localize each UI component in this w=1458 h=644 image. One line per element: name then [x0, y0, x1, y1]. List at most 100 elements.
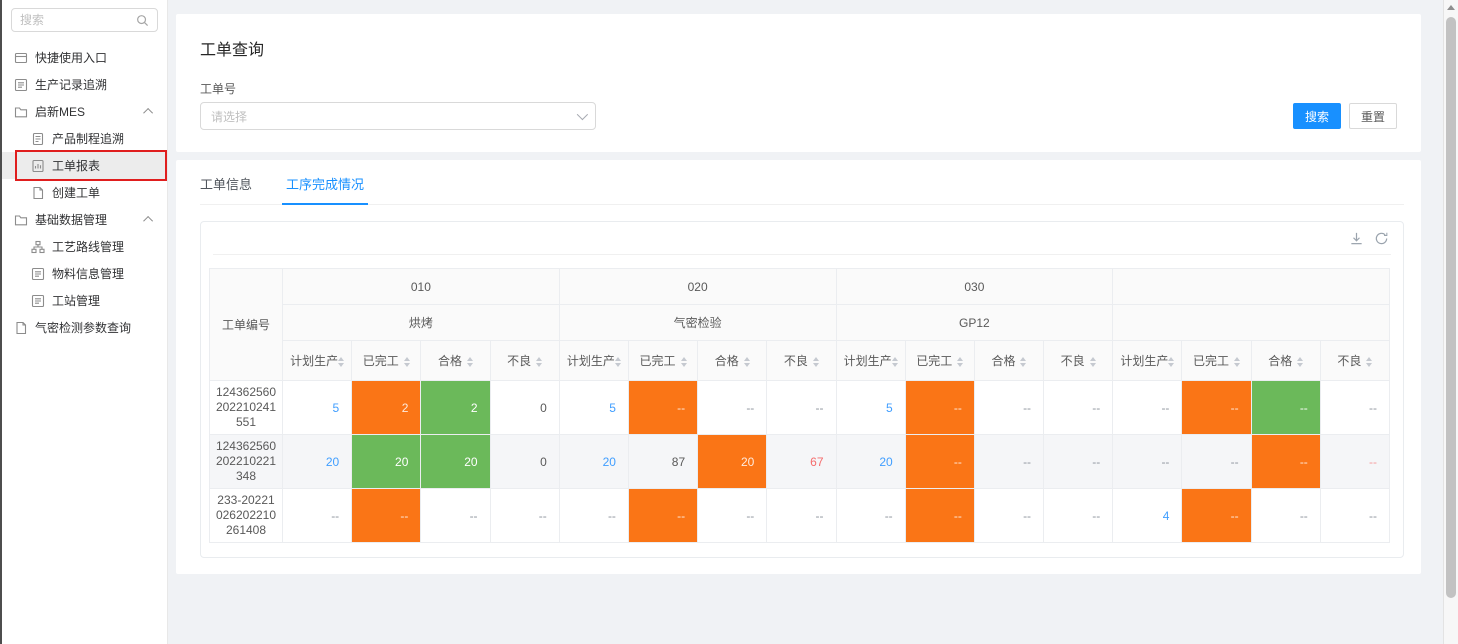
value-cell: 2 — [421, 381, 490, 435]
value-cell[interactable]: 20 — [559, 435, 628, 489]
sort-icon[interactable] — [404, 357, 410, 367]
table-toolbar — [201, 222, 1403, 254]
group-name-header: GP12 — [836, 305, 1113, 341]
sort-icon[interactable] — [892, 357, 898, 367]
folder-icon — [14, 105, 28, 119]
list-icon — [14, 78, 28, 92]
sort-icon[interactable] — [1297, 357, 1303, 367]
sort-icon[interactable] — [1020, 357, 1026, 367]
group-code-header: 030 — [836, 269, 1113, 305]
value-cell: 20 — [352, 435, 421, 489]
tab-0[interactable]: 工单信息 — [200, 174, 252, 204]
sort-icon[interactable] — [1366, 357, 1372, 367]
sub-column-header: 已完工 — [905, 341, 974, 381]
sidebar-item-label: 生产记录追溯 — [35, 76, 107, 93]
sidebar-item-0[interactable]: 快捷使用入口 — [2, 44, 167, 71]
sidebar-item-4[interactable]: 工单报表 — [2, 152, 167, 179]
sidebar-item-7[interactable]: 工艺路线管理 — [2, 233, 167, 260]
sidebar-item-label: 快捷使用入口 — [35, 49, 107, 66]
query-card: 工单查询 工单号 请选择 搜索 重置 — [176, 14, 1421, 152]
search-input[interactable] — [20, 13, 136, 27]
value-cell[interactable]: 20 — [836, 435, 905, 489]
sort-icon[interactable] — [1168, 357, 1174, 367]
value-cell[interactable]: 5 — [559, 381, 628, 435]
sub-column-header: 计划生产 — [836, 341, 905, 381]
sort-icon[interactable] — [744, 357, 750, 367]
scrollbar-thumb[interactable] — [1446, 17, 1456, 598]
value-cell: -- — [1320, 381, 1389, 435]
scrollbar-up-arrow-icon[interactable] — [1447, 5, 1455, 10]
download-icon[interactable] — [1349, 231, 1364, 246]
sub-column-header: 不良 — [1320, 341, 1389, 381]
sort-icon[interactable] — [536, 357, 542, 367]
value-cell: -- — [974, 435, 1043, 489]
value-cell: 20 — [421, 435, 490, 489]
sort-icon[interactable] — [338, 357, 344, 367]
report-icon — [31, 159, 45, 173]
order-no-cell: 124362560202210221348 — [210, 435, 283, 489]
sort-icon[interactable] — [1090, 357, 1096, 367]
value-cell: -- — [1113, 435, 1182, 489]
work-order-select[interactable]: 请选择 — [200, 102, 596, 130]
value-cell[interactable]: 5 — [283, 381, 352, 435]
value-cell[interactable]: 4 — [1113, 489, 1182, 543]
sidebar-search[interactable] — [11, 8, 158, 32]
table-panel: 工单编号010020030烘烤气密检验GP12计划生产已完工合格不良计划生产已完… — [200, 221, 1404, 558]
value-cell: -- — [283, 489, 352, 543]
value-cell: -- — [1182, 489, 1251, 543]
search-button[interactable]: 搜索 — [1293, 103, 1341, 129]
sidebar-item-6[interactable]: 基础数据管理 — [2, 206, 167, 233]
value-cell: -- — [1044, 489, 1113, 543]
folder-icon — [14, 213, 28, 227]
sort-icon[interactable] — [813, 357, 819, 367]
sub-column-header: 计划生产 — [283, 341, 352, 381]
value-cell: -- — [628, 489, 697, 543]
sidebar-item-label: 工单报表 — [52, 157, 100, 174]
value-cell[interactable]: 5 — [836, 381, 905, 435]
search-icon — [136, 14, 149, 27]
group-name-header: 烘烤 — [283, 305, 560, 341]
sub-column-header: 合格 — [698, 341, 767, 381]
sort-icon[interactable] — [681, 357, 687, 367]
sidebar-item-5[interactable]: 创建工单 — [2, 179, 167, 206]
value-cell: -- — [836, 489, 905, 543]
sidebar-item-2[interactable]: 启新MES — [2, 98, 167, 125]
window-scrollbar[interactable] — [1443, 0, 1458, 644]
work-order-label: 工单号 — [200, 80, 1397, 97]
sub-column-header: 已完工 — [628, 341, 697, 381]
value-cell: -- — [1044, 381, 1113, 435]
table-row: 12436256020221022134820202002087206720--… — [210, 435, 1390, 489]
value-cell: 67 — [767, 435, 836, 489]
sub-column-header: 已完工 — [1182, 341, 1251, 381]
sidebar-item-label: 工站管理 — [52, 292, 100, 309]
sidebar-item-8[interactable]: 物料信息管理 — [2, 260, 167, 287]
value-cell: 0 — [490, 381, 559, 435]
table-row: 233-20221026202210261408----------------… — [210, 489, 1390, 543]
sort-icon[interactable] — [467, 357, 473, 367]
value-cell: -- — [1251, 435, 1320, 489]
page-title: 工单查询 — [200, 36, 1397, 60]
sort-icon[interactable] — [957, 357, 963, 367]
sort-icon[interactable] — [615, 357, 621, 367]
refresh-icon[interactable] — [1374, 231, 1389, 246]
sidebar-item-3[interactable]: 产品制程追溯 — [2, 125, 167, 152]
table-row: 12436256020221024155152205------5-------… — [210, 381, 1390, 435]
sidebar-item-9[interactable]: 工站管理 — [2, 287, 167, 314]
tab-1[interactable]: 工序完成情况 — [286, 174, 364, 204]
reset-button[interactable]: 重置 — [1349, 103, 1397, 129]
sidebar-item-1[interactable]: 生产记录追溯 — [2, 71, 167, 98]
value-cell[interactable]: 20 — [283, 435, 352, 489]
sidebar-item-10[interactable]: 气密检测参数查询 — [2, 314, 167, 341]
sidebar-item-label: 工艺路线管理 — [52, 238, 124, 255]
value-cell: 20 — [698, 435, 767, 489]
main-content: 工单查询 工单号 请选择 搜索 重置 工单信息 工序完成情况 — [170, 0, 1443, 644]
value-cell: -- — [490, 489, 559, 543]
sidebar-menu: 快捷使用入口生产记录追溯启新MES 产品制程追溯工单报表创建工单基础数据管理工艺路… — [2, 44, 167, 341]
value-cell: -- — [352, 489, 421, 543]
sort-icon[interactable] — [1234, 357, 1240, 367]
sidebar-item-label: 产品制程追溯 — [52, 130, 124, 147]
sidebar-item-label: 物料信息管理 — [52, 265, 124, 282]
value-cell: -- — [698, 489, 767, 543]
value-cell: 2 — [352, 381, 421, 435]
sidebar-item-label: 气密检测参数查询 — [35, 319, 131, 336]
